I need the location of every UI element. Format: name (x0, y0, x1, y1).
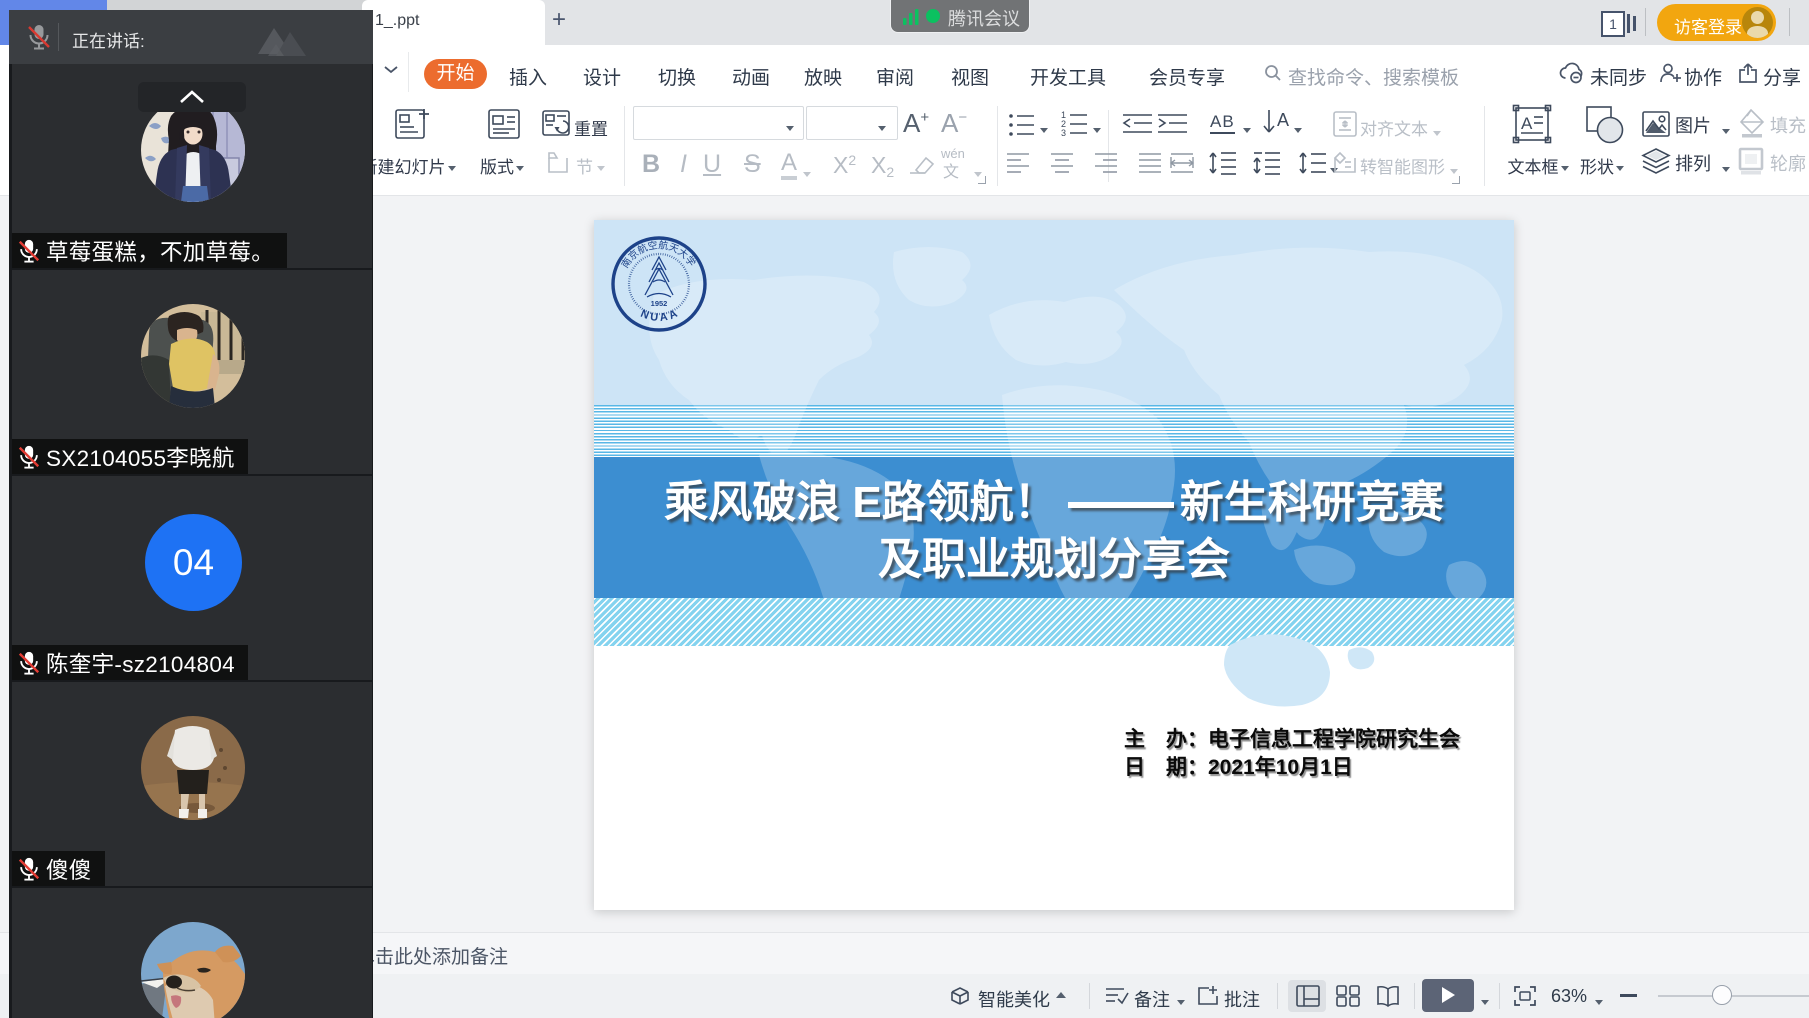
svg-text:3: 3 (1061, 128, 1066, 138)
svg-text:1952: 1952 (651, 299, 668, 308)
svg-text:A: A (1521, 114, 1533, 133)
svg-text:NUAA: NUAA (639, 307, 682, 325)
svg-text:A: A (1277, 110, 1289, 130)
